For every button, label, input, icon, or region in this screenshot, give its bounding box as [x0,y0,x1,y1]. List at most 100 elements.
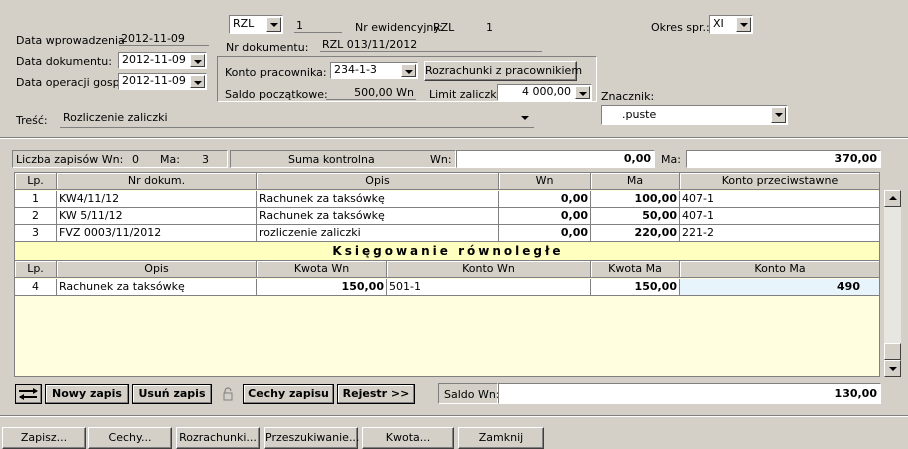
cechy-button[interactable]: Cechy... [88,427,172,449]
nr-ewidencyjny-value: RZL [433,21,455,34]
doc-number-field[interactable]: 1 [294,19,342,33]
row-lp: 1 [15,191,57,208]
row-lp: 2 [15,208,57,225]
kwota-button[interactable]: Kwota... [362,427,454,449]
row-ma: 100,00 [591,191,680,208]
doc-type-value: RZL [233,17,255,30]
data-operacji-value: 2012-11-09 [122,74,186,87]
saldo-wn-value: 130,00 [498,383,881,404]
row-wn: 0,00 [499,191,591,208]
nr-ewidencyjny-label: Nr ewidencyjny: [355,21,443,34]
row-nr: KW4/11/12 [57,191,257,208]
scroll-down-icon[interactable] [884,360,901,377]
pheader-konto-wn[interactable]: Konto Wn [387,261,591,278]
columns-toggle-button[interactable] [15,384,42,404]
rejestr-button[interactable]: Rejestr >> [337,384,415,404]
header-wn[interactable]: Wn [499,173,591,190]
entries-grid: Lp. Nr dokum. Opis Wn Ma Konto przeciwst… [14,172,880,377]
nr-dokumentu-label: Nr dokumentu: [226,41,309,54]
konto-pracownika-select[interactable]: 234-1-3 [330,62,418,79]
header-nr-dokum[interactable]: Nr dokum. [57,173,257,190]
suma-wn-label: Wn: [430,153,452,166]
suma-ma-label: Ma: [661,153,681,166]
liczba-wn-value: 0 [132,153,139,166]
limit-zaliczki-field[interactable]: 4 000,00 [497,84,592,101]
data-dokumentu-field[interactable]: 2012-11-09 [118,52,207,69]
data-wprowadzenia-field[interactable]: 2012-11-09 [119,32,209,46]
limit-zaliczki-value: 4 000,00 [522,85,571,98]
rozrachunki-z-pracownikiem-button[interactable]: Rozrachunki z pracownikiem [424,61,582,81]
chevron-down-icon[interactable] [575,86,590,99]
saldo-wn-label: Saldo Wn: [444,388,500,401]
tresc-value: Rozliczenie zaliczki [63,111,168,124]
row-konto: 407-1 [680,191,879,208]
scroll-thumb[interactable] [884,343,901,360]
header-ma[interactable]: Ma [591,173,680,190]
chevron-down-icon[interactable] [190,54,205,67]
saldo-poczatkowe-value: 500,00 Wn [326,86,416,100]
data-operacji-field[interactable]: 2012-11-09 [118,73,207,90]
row-wn: 0,00 [499,208,591,225]
zamknij-button[interactable]: Zamknij [458,427,544,449]
liczba-ma-label: Ma: [160,153,180,166]
prow-konto-ma[interactable]: 490 [680,279,879,296]
parallel-row[interactable]: 4 Rachunek za taksówkę 150,00 501-1 150,… [15,279,879,296]
rozrachunki-button[interactable]: Rozrachunki... [176,427,260,449]
suma-wn-value: 0,00 [456,150,655,168]
saldo-poczatkowe-label: Saldo początkowe: [225,88,328,101]
row-opis: Rachunek za taksówkę [257,208,499,225]
chevron-down-icon[interactable] [266,17,281,32]
tresc-select[interactable]: Rozliczenie zaliczki [60,110,534,128]
doc-type-select[interactable]: RZL [229,15,283,34]
zapisz-button[interactable]: Zapisz... [2,427,86,449]
header-lp[interactable]: Lp. [15,173,57,190]
chevron-down-icon[interactable] [401,64,416,77]
przeszukiwanie-button[interactable]: Przeszukiwanie... [264,427,359,449]
table-header: Lp. Nr dokum. Opis Wn Ma Konto przeciwst… [15,173,879,190]
suma-kontrolna-label: Suma kontrolna [288,153,375,166]
separator [0,137,908,139]
znacznik-value: .puste [622,108,657,121]
pheader-konto-ma[interactable]: Konto Ma [680,261,879,278]
chevron-down-icon[interactable] [190,75,205,88]
liczba-ma-value: 3 [202,153,209,166]
vertical-scrollbar[interactable] [884,190,901,377]
nr-ewidencyjny-number: 1 [486,21,493,34]
row-ma: 220,00 [591,225,680,242]
okres-value: XI [713,17,724,30]
chevron-down-icon[interactable] [771,107,786,123]
row-opis: Rachunek za taksówkę [257,191,499,208]
row-konto: 221-2 [680,225,879,242]
usun-zapis-button[interactable]: Usuń zapis [132,384,212,404]
chevron-down-icon[interactable] [518,111,533,126]
scroll-up-icon[interactable] [884,190,901,207]
okres-select[interactable]: XI [709,15,753,34]
row-lp: 3 [15,225,57,242]
pheader-opis[interactable]: Opis [57,261,257,278]
separator [0,415,908,417]
row-konto: 407-1 [680,208,879,225]
nowy-zapis-button[interactable]: Nowy zapis [45,384,129,404]
prow-lp: 4 [15,279,57,296]
znacznik-select[interactable]: .puste [601,105,788,125]
chevron-down-icon[interactable] [736,17,751,32]
table-row[interactable]: 2 KW 5/11/12 Rachunek za taksówkę 0,00 5… [15,208,879,225]
nr-dokumentu-field[interactable]: RZL 013/11/2012 [320,38,542,52]
pheader-kwota-wn[interactable]: Kwota Wn [257,261,387,278]
prow-konto-wn: 501-1 [387,279,591,296]
prow-opis: Rachunek za taksówkę [57,279,257,296]
header-opis[interactable]: Opis [257,173,499,190]
cechy-zapisu-button[interactable]: Cechy zapisu [243,384,334,404]
konto-pracownika-value: 234-1-3 [334,63,377,76]
liczba-zapisow-label: Liczba zapisów Wn: [16,153,124,166]
pheader-lp[interactable]: Lp. [15,261,57,278]
znacznik-label: Znacznik: [601,90,655,103]
data-dokumentu-label: Data dokumentu: [16,55,112,68]
row-opis: rozliczenie zaliczki [257,225,499,242]
okres-label: Okres spr.: [651,21,710,34]
pheader-kwota-ma[interactable]: Kwota Ma [591,261,680,278]
prow-kwota-ma: 150,00 [591,279,680,296]
table-row[interactable]: 1 KW4/11/12 Rachunek za taksówkę 0,00 10… [15,191,879,208]
table-row[interactable]: 3 FVZ 0003/11/2012 rozliczenie zaliczki … [15,225,879,242]
header-konto-przeciwstawne[interactable]: Konto przeciwstawne [680,173,879,190]
